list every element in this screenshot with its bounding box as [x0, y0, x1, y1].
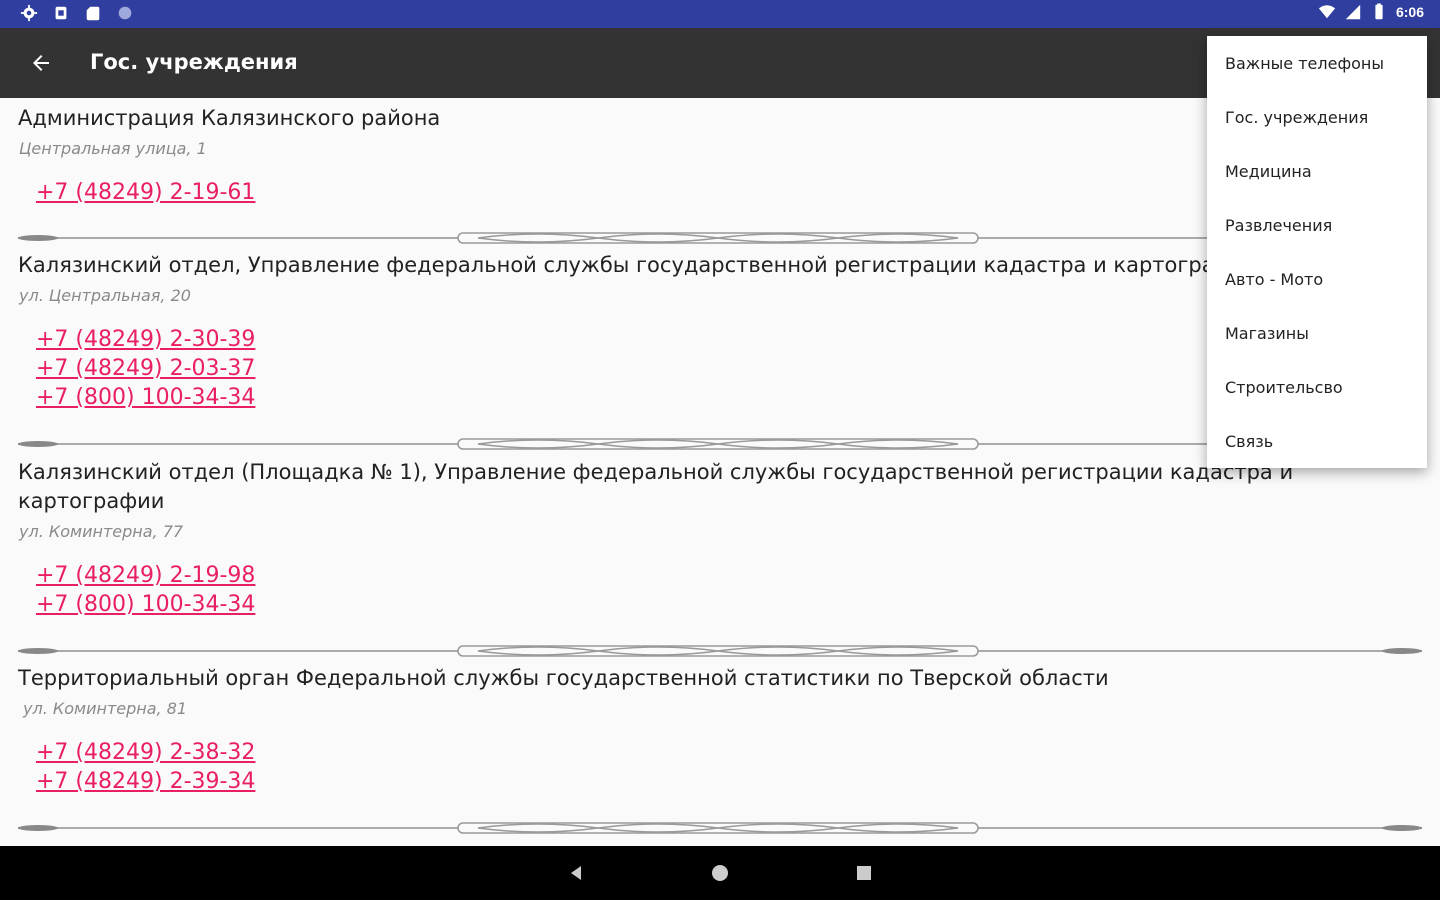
entry-title: Территориальный орган Федеральной службы… — [18, 666, 1109, 690]
settings-icon — [20, 4, 38, 22]
phone-link[interactable]: +7 (800) 100-34-34 — [36, 590, 1422, 619]
menu-item-communication[interactable]: Связь — [1207, 414, 1427, 468]
menu-item-construction[interactable]: Строительсво — [1207, 360, 1427, 414]
entry-address: ул. Коминтерна, 77 — [19, 522, 184, 541]
nav-home-button[interactable] — [707, 860, 733, 886]
menu-item-entertainment[interactable]: Развлечения — [1207, 198, 1427, 252]
home-circle-icon — [712, 865, 728, 881]
ornament-divider — [18, 822, 1422, 834]
menu-item-medicine[interactable]: Медицина — [1207, 144, 1427, 198]
back-button[interactable] — [22, 44, 60, 82]
sim-icon — [55, 6, 67, 20]
phone-link[interactable]: +7 (48249) 2-39-34 — [36, 767, 1422, 796]
phone-link[interactable]: +7 (48249) 2-19-98 — [36, 561, 1422, 590]
list-item: Территориальный орган Федеральной службы… — [18, 664, 1422, 796]
navigation-bar — [0, 846, 1440, 900]
overflow-menu: Важные телефоны Гос. учреждения Медицина… — [1207, 36, 1427, 468]
nav-recents-button[interactable] — [851, 860, 877, 886]
signal-icon — [1345, 4, 1361, 20]
triangle-back-icon — [571, 866, 581, 880]
entry-address: ул. Коминтерна, 81 — [23, 699, 188, 718]
status-bar: 6:06 — [0, 0, 1440, 28]
square-recents-icon — [857, 866, 871, 880]
arrow-back-icon — [33, 55, 49, 71]
menu-item-gov-institutions[interactable]: Гос. учреждения — [1207, 90, 1427, 144]
ornament-divider — [18, 645, 1422, 657]
phone-link[interactable]: +7 (48249) 2-38-32 — [36, 738, 1422, 767]
sd-card-icon — [86, 6, 100, 21]
menu-item-important-phones[interactable]: Важные телефоны — [1207, 36, 1427, 90]
status-right-icons: 6:06 — [1318, 3, 1424, 21]
circle-icon — [118, 6, 132, 20]
status-left-icons — [20, 4, 134, 22]
entry-title: Калязинский отдел (Площадка № 1), Управл… — [18, 460, 1294, 513]
list-item: Калязинский отдел (Площадка № 1), Управл… — [18, 458, 1422, 619]
phone-list: +7 (48249) 2-38-32 +7 (48249) 2-39-34 — [36, 738, 1422, 796]
menu-item-auto-moto[interactable]: Авто - Мото — [1207, 252, 1427, 306]
nav-back-button[interactable] — [563, 860, 589, 886]
battery-icon — [1375, 3, 1383, 20]
page-title: Гос. учреждения — [90, 50, 298, 74]
menu-item-shops[interactable]: Магазины — [1207, 306, 1427, 360]
status-time: 6:06 — [1395, 4, 1424, 20]
screen: 6:06 Гос. учреждения Администрация Каляз… — [0, 0, 1440, 900]
wifi-icon — [1318, 5, 1336, 19]
phone-list: +7 (48249) 2-19-98 +7 (800) 100-34-34 — [36, 561, 1422, 619]
